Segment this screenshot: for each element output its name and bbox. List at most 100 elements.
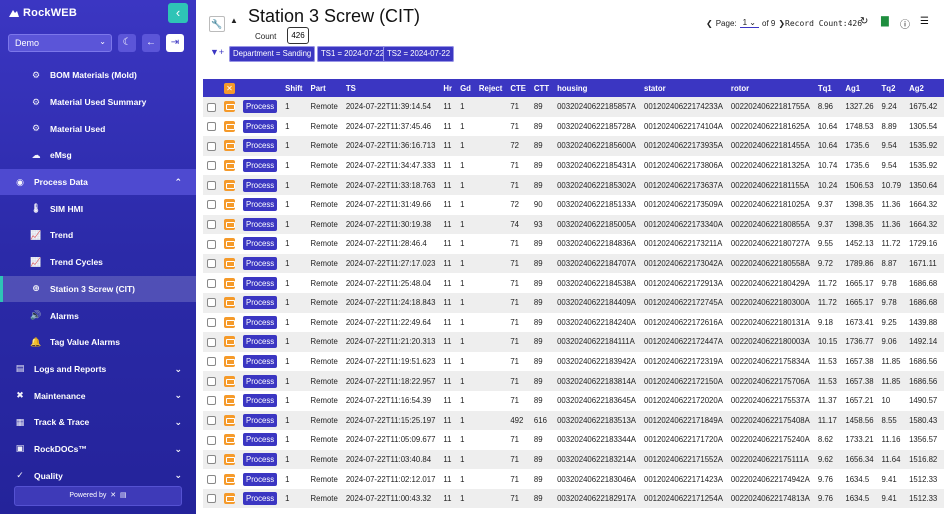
row-checkbox[interactable] — [207, 474, 216, 484]
page-select[interactable]: 1 ⌄ — [739, 18, 759, 28]
row-checkbox[interactable] — [207, 298, 216, 308]
info-icon[interactable]: ⓘ — [900, 16, 910, 31]
table-row[interactable]: Process 1 Remote 2024-07-22T11:39:14.54 11 1 7… — [203, 97, 944, 117]
filter-chip-ts1[interactable]: TS1 = 2024-07-22 — [317, 46, 389, 62]
process-button[interactable]: Process — [243, 237, 278, 251]
table-row[interactable]: Process 1 Remote 2024-07-22T11:05:09.677 11 1… — [203, 430, 944, 450]
edit-row-icon[interactable] — [224, 493, 235, 505]
edit-row-icon[interactable] — [224, 473, 235, 485]
sidebar-item-sim-hmi[interactable]: 🌡 SIM HMI — [0, 195, 196, 222]
process-button[interactable]: Process — [243, 217, 278, 231]
edit-row-icon[interactable] — [224, 140, 235, 152]
process-button[interactable]: Process — [243, 374, 278, 388]
row-checkbox[interactable] — [207, 122, 216, 132]
row-checkbox[interactable] — [207, 396, 216, 406]
plant-select[interactable]: Demo ⌄ — [8, 34, 112, 52]
dark-mode-button[interactable]: ☾ — [118, 34, 136, 52]
sidebar-item-maintenance[interactable]: ✖ Maintenance ⌄ — [0, 382, 196, 409]
sidebar-item-rockdocs[interactable]: ▣ RockDOCs™ ⌄ — [0, 436, 196, 463]
filter-chip-ts2[interactable]: TS2 = 2024-07-22 — [383, 46, 455, 62]
edit-row-icon[interactable] — [224, 375, 235, 387]
row-checkbox[interactable] — [207, 161, 216, 171]
back-button[interactable]: ← — [142, 34, 160, 52]
sidebar-item-trend[interactable]: 📈 Trend — [0, 222, 196, 249]
table-row[interactable]: Process 1 Remote 2024-07-22T11:19:51.623 11 1… — [203, 351, 944, 372]
row-checkbox[interactable] — [207, 141, 216, 151]
collapse-sidebar-button[interactable]: ‹ — [168, 3, 188, 23]
table-row[interactable]: Process 1 Remote 2024-07-22T11:34:47.333 11 1… — [203, 155, 944, 176]
settings-button[interactable]: 🔧 — [209, 16, 225, 32]
column-header-housing[interactable]: housing — [553, 79, 640, 97]
sidebar-item-emsg[interactable]: ☁ eMsg — [0, 142, 196, 169]
sidebar-item-logs-reports[interactable]: ▤ Logs and Reports ⌄ — [0, 356, 196, 383]
table-row[interactable]: Process 1 Remote 2024-07-22T11:33:18.763 11 1… — [203, 175, 944, 195]
table-row[interactable]: Process 1 Remote 2024-07-22T11:16:54.39 11 1 7… — [203, 390, 944, 411]
edit-row-icon[interactable] — [224, 258, 235, 270]
edit-row-icon[interactable] — [224, 277, 235, 289]
table-row[interactable]: Process 1 Remote 2024-07-22T11:25:48.04 11 1 7… — [203, 273, 944, 293]
column-header-ctt[interactable]: CTT — [530, 79, 553, 97]
process-button[interactable]: Process — [243, 433, 278, 447]
column-header-rotor[interactable]: rotor — [727, 79, 814, 97]
table-row[interactable]: Process 1 Remote 2024-07-22T11:28:46.4 11 1 71… — [203, 234, 944, 254]
table-row[interactable]: Process 1 Remote 2024-07-22T11:18:22.957 11 1… — [203, 371, 944, 391]
edit-row-icon[interactable] — [224, 356, 235, 368]
column-header-cte[interactable]: CTE — [506, 79, 530, 97]
row-checkbox[interactable] — [207, 318, 216, 328]
app-logo[interactable]: RockWEB — [8, 7, 77, 19]
table-row[interactable]: Process 1 Remote 2024-07-22T11:31:49.66 11 1 7… — [203, 194, 944, 215]
column-header-ag2[interactable]: Ag2 — [905, 79, 941, 97]
sidebar-item-track-trace[interactable]: ▦ Track & Trace ⌄ — [0, 409, 196, 436]
logout-button[interactable]: ⇥ — [166, 34, 184, 52]
sidebar-item-trend-cycles[interactable]: 📈 Trend Cycles — [0, 249, 196, 276]
process-button[interactable]: Process — [243, 139, 278, 153]
table-row[interactable]: Process 1 Remote 2024-07-22T11:15:25.197 11 1… — [203, 410, 944, 431]
row-checkbox[interactable] — [207, 357, 216, 367]
column-header-reject[interactable]: Reject — [475, 79, 506, 97]
row-checkbox[interactable] — [207, 416, 216, 426]
table-row[interactable]: Process 1 Remote 2024-07-22T11:30:19.38 11 1 7… — [203, 214, 944, 235]
edit-row-icon[interactable] — [224, 434, 235, 446]
table-row[interactable]: Process 1 Remote 2024-07-22T11:21:20.313 11 1… — [203, 332, 944, 352]
table-row[interactable]: Process 1 Remote 2024-07-22T11:03:40.84 11 1 7… — [203, 449, 944, 470]
table-row[interactable]: Process 1 Remote 2024-07-22T11:36:16.713 11 1… — [203, 136, 944, 156]
row-checkbox[interactable] — [207, 455, 216, 465]
process-button[interactable]: Process — [243, 257, 278, 271]
process-button[interactable]: Process — [243, 335, 278, 349]
filter-icon[interactable]: ▼+ — [210, 47, 224, 61]
table-row[interactable]: Process 1 Remote 2024-07-22T11:37:45.46 11 1 7… — [203, 116, 944, 137]
pager-prev-icon[interactable]: ❮ — [706, 19, 713, 28]
header-process-column[interactable] — [239, 79, 281, 97]
excel-export-icon[interactable]: ▇ — [881, 16, 889, 27]
row-checkbox[interactable] — [207, 278, 216, 288]
row-checkbox[interactable] — [207, 180, 216, 190]
edit-row-icon[interactable] — [224, 160, 235, 172]
column-header-ag1[interactable]: Ag1 — [841, 79, 877, 97]
row-checkbox[interactable] — [207, 220, 216, 230]
table-row[interactable]: Process 1 Remote 2024-07-22T11:27:17.023 11 1… — [203, 253, 944, 274]
edit-row-icon[interactable] — [224, 395, 235, 407]
edit-row-icon[interactable] — [224, 414, 235, 426]
sidebar-item-station-3-screw[interactable]: ⊕ Station 3 Screw (CIT) — [0, 275, 196, 303]
process-button[interactable]: Process — [243, 413, 278, 427]
header-select-column[interactable] — [203, 79, 220, 97]
edit-row-icon[interactable] — [224, 297, 235, 309]
process-button[interactable]: Process — [243, 355, 278, 369]
process-button[interactable]: Process — [243, 394, 278, 408]
sidebar-item-tag-value-alarms[interactable]: 🔔 Tag Value Alarms — [0, 329, 196, 356]
process-button[interactable]: Process — [243, 178, 278, 192]
process-button[interactable]: Process — [243, 100, 278, 114]
edit-row-icon[interactable] — [224, 316, 235, 328]
edit-row-icon[interactable] — [224, 101, 235, 113]
edit-row-icon[interactable] — [224, 453, 235, 465]
column-header-shift[interactable]: Shift — [281, 79, 306, 97]
collapse-header-button[interactable]: ▲ — [230, 16, 238, 25]
row-checkbox[interactable] — [207, 376, 216, 386]
column-header-part[interactable]: Part — [307, 79, 342, 97]
row-checkbox[interactable] — [207, 239, 216, 249]
sidebar-item-material-used-summary[interactable]: ⚙ Material Used Summary — [0, 89, 196, 116]
edit-row-icon[interactable] — [224, 199, 235, 211]
process-button[interactable]: Process — [243, 452, 278, 466]
edit-row-icon[interactable] — [224, 238, 235, 250]
process-button[interactable]: Process — [243, 276, 278, 290]
